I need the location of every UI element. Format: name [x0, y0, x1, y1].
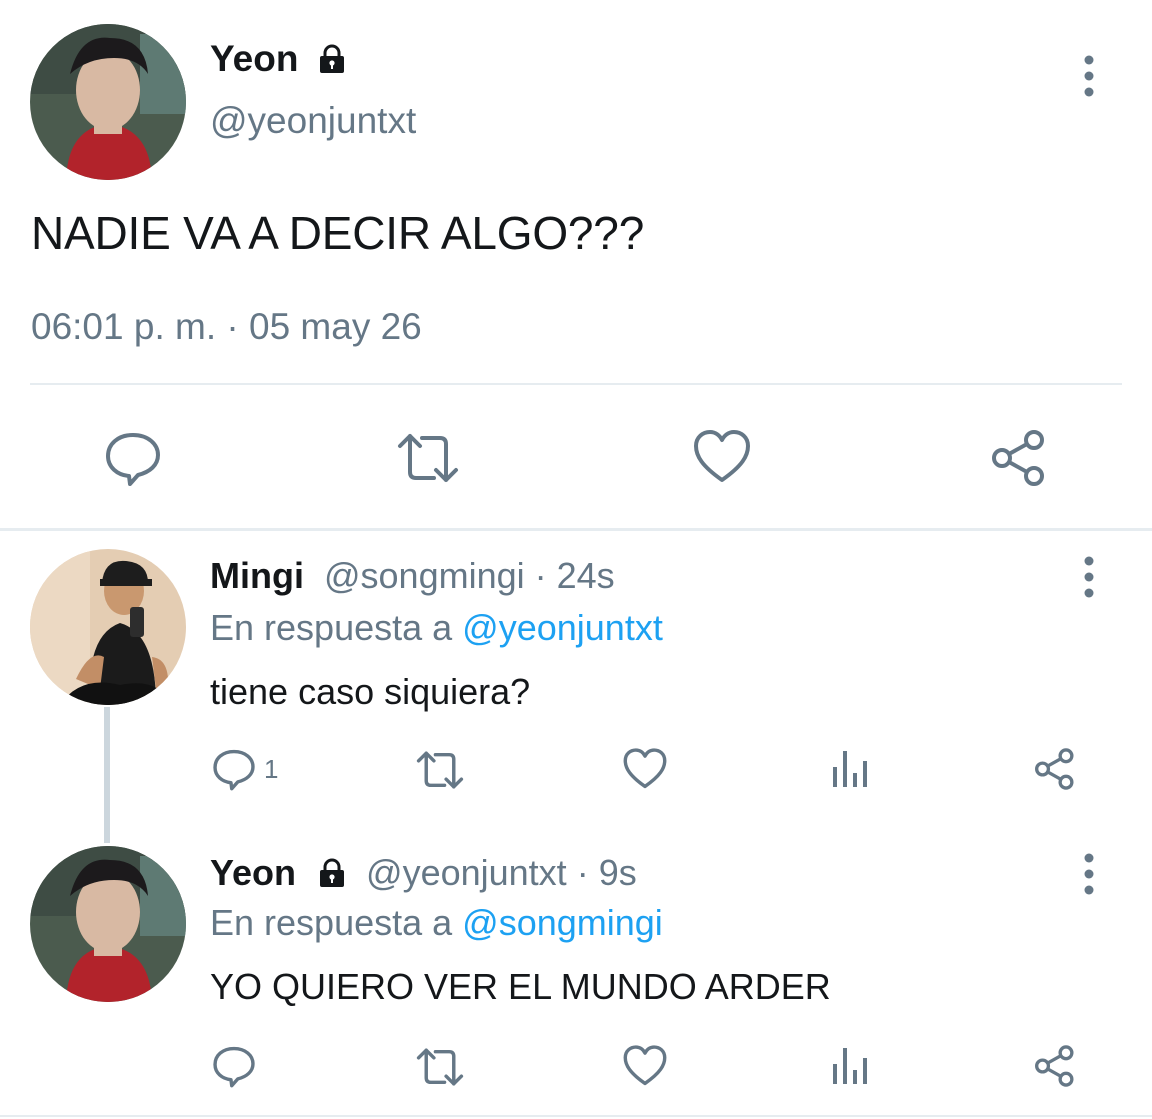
more-options-icon[interactable]: [1081, 555, 1097, 599]
reply-button[interactable]: 1: [212, 747, 278, 791]
heart-icon: [623, 1045, 667, 1086]
share-icon: [1035, 1045, 1074, 1087]
tweet-timestamp: 06:01 p. m. · 05 may 26: [31, 306, 422, 347]
replying-to-label: En respuesta a: [210, 607, 463, 648]
retweet-button[interactable]: [414, 747, 466, 793]
avatar-photo: [30, 846, 186, 1002]
reply-icon: [213, 1046, 255, 1088]
more-options-icon[interactable]: [1081, 54, 1097, 98]
avatar-photo: [30, 549, 186, 705]
like-button[interactable]: [622, 747, 668, 791]
divider: [0, 1115, 1152, 1117]
heart-icon: [694, 430, 750, 482]
reply-time: 9s: [598, 852, 637, 893]
avatar[interactable]: [30, 846, 186, 1002]
reply-count: 1: [264, 753, 279, 784]
retweet-icon: [398, 434, 458, 482]
like-button[interactable]: [622, 1044, 668, 1088]
reply-button[interactable]: [104, 430, 162, 486]
divider: [30, 383, 1122, 385]
separator: ·: [534, 555, 547, 596]
avatar[interactable]: [30, 549, 186, 705]
tweet-actions: [0, 420, 1152, 500]
reply-tweet[interactable]: Mingi @songmingi · 24s En respuesta a @y…: [0, 531, 1152, 828]
reply-button[interactable]: [212, 1044, 256, 1088]
tweet-thread-page: Yeon @yeonjuntxt NADIE VA A DECIR ALGO??…: [0, 0, 1152, 1119]
reply-header: Mingi @songmingi · 24s: [210, 555, 615, 597]
replying-to: En respuesta a @songmingi: [210, 902, 663, 944]
share-icon: [1035, 748, 1074, 790]
share-icon: [992, 430, 1044, 486]
lock-icon: [316, 43, 348, 75]
reply-icon: [213, 749, 255, 791]
author-handle[interactable]: @songmingi: [324, 555, 525, 597]
reply-header: Yeon @yeonjuntxt · 9s: [210, 852, 637, 894]
reply-text: YO QUIERO VER EL MUNDO ARDER: [210, 966, 831, 1007]
share-button[interactable]: [1032, 747, 1078, 791]
mention-link[interactable]: @songmingi: [462, 902, 663, 943]
reply-icon: [106, 433, 160, 486]
author-handle[interactable]: @yeonjuntxt: [366, 852, 567, 894]
reply-text: tiene caso siquiera?: [210, 671, 531, 712]
heart-icon: [623, 748, 667, 789]
separator: ·: [576, 852, 589, 893]
views-button[interactable]: [830, 1044, 870, 1088]
avatar-photo: [30, 24, 186, 180]
avatar[interactable]: [30, 24, 186, 180]
reply-actions: [0, 1044, 1152, 1104]
retweet-button[interactable]: [414, 1044, 466, 1090]
author-name[interactable]: Yeon: [210, 38, 298, 80]
reply-actions: 1: [0, 747, 1152, 807]
retweet-button[interactable]: [394, 428, 462, 488]
author-name-row: Yeon: [210, 38, 348, 80]
mention-link[interactable]: @yeonjuntxt: [462, 607, 663, 648]
views-icon: [833, 751, 867, 787]
lock-icon: [316, 857, 348, 889]
share-button[interactable]: [1032, 1044, 1078, 1088]
tweet-text: NADIE VA A DECIR ALGO???: [31, 207, 645, 259]
reply-time: 24s: [556, 555, 615, 596]
reply-tweet[interactable]: Yeon @yeonjuntxt · 9s En respuesta a @so…: [0, 828, 1152, 1119]
more-options-icon[interactable]: [1081, 852, 1097, 896]
replying-to: En respuesta a @yeonjuntxt: [210, 607, 663, 649]
replying-to-label: En respuesta a: [210, 902, 463, 943]
like-button[interactable]: [692, 428, 752, 486]
author-handle[interactable]: @yeonjuntxt: [210, 100, 416, 142]
retweet-icon: [416, 751, 464, 789]
author-name[interactable]: Yeon: [210, 852, 296, 894]
main-tweet: Yeon @yeonjuntxt NADIE VA A DECIR ALGO??…: [0, 0, 1152, 530]
views-button[interactable]: [830, 747, 870, 791]
author-name[interactable]: Mingi: [210, 555, 304, 597]
share-button[interactable]: [988, 428, 1050, 488]
views-icon: [833, 1048, 867, 1084]
retweet-icon: [416, 1048, 464, 1086]
